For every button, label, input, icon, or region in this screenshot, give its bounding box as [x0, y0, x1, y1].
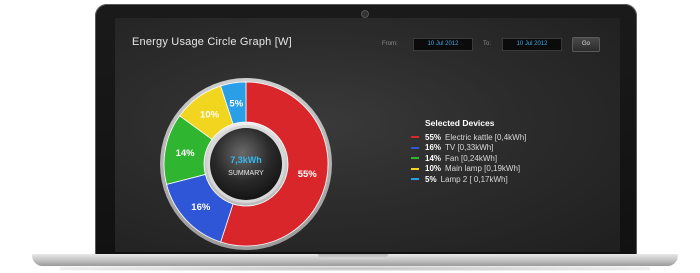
legend-item[interactable]: 10% Main lamp [0,19kWh]	[411, 164, 526, 175]
legend-percent: 10%	[425, 164, 442, 174]
legend-percent: 5%	[425, 174, 437, 184]
from-date-field[interactable]: 10 Jul 2012	[413, 38, 473, 51]
legend-percent: 14%	[425, 153, 442, 163]
page-title: Energy Usage Circle Graph [W]	[132, 36, 292, 48]
go-button[interactable]: Go	[572, 37, 600, 52]
legend-swatch	[411, 136, 419, 139]
slice-label: 14%	[176, 148, 196, 159]
summary-label: SUMMARY	[228, 170, 264, 177]
summary-value: 7,3kWh	[230, 155, 262, 165]
to-date-field[interactable]: 10 Jul 2012	[502, 38, 562, 51]
laptop-shadow	[60, 266, 650, 271]
laptop-notch	[318, 254, 388, 259]
legend-device-name: Fan [0,24kWh]	[445, 153, 498, 163]
camera-icon	[361, 10, 369, 18]
laptop-screen: Energy Usage Circle Graph [W] From: 10 J…	[115, 18, 620, 252]
legend-swatch	[411, 167, 419, 170]
legend-swatch	[411, 178, 419, 181]
legend-item[interactable]: 5% Lamp 2 [ 0,17kWh]	[411, 174, 526, 185]
legend-item[interactable]: 16% TV [0,33kWh]	[411, 143, 526, 154]
legend-device-name: TV [0,33kWh]	[445, 143, 494, 153]
slice-label: 5%	[229, 98, 243, 109]
legend-percent: 55%	[425, 132, 442, 142]
slice-label: 16%	[191, 202, 211, 213]
legend: Selected Devices 55% Electric kattle [0,4…	[411, 118, 526, 185]
legend-item[interactable]: 14% Fan [0,24kWh]	[411, 153, 526, 164]
legend-device-name: Electric kattle [0,4kWh]	[445, 132, 527, 142]
legend-swatch	[411, 146, 419, 149]
legend-percent: 16%	[425, 143, 442, 153]
from-label: From:	[382, 41, 398, 47]
legend-device-name: Main lamp [0,19kWh]	[445, 164, 521, 174]
legend-item[interactable]: 55% Electric kattle [0,4kWh]	[411, 132, 526, 143]
slice-label: 10%	[200, 109, 220, 120]
legend-swatch	[411, 157, 419, 160]
to-label: To:	[483, 41, 492, 47]
donut-chart: 7,3kWh SUMMARY 55% 16% 14% 10% 5%	[160, 78, 332, 250]
legend-device-name: Lamp 2 [ 0,17kWh]	[440, 174, 508, 184]
legend-title: Selected Devices	[425, 118, 495, 128]
slice-label: 55%	[298, 169, 318, 180]
